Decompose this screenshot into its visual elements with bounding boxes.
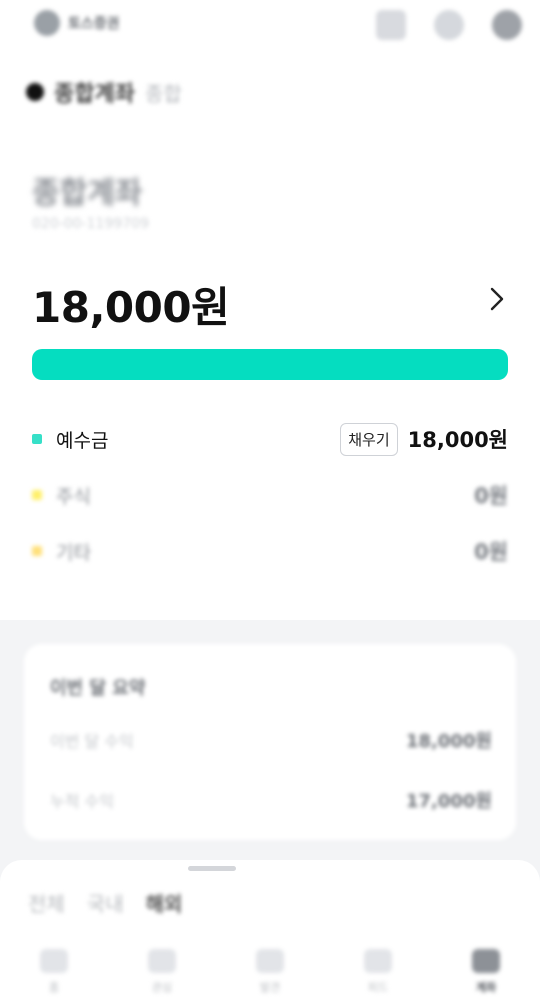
bottom-nav: 홈 관심 발견 피드 계좌 — [0, 936, 540, 1008]
heart-icon — [148, 949, 176, 973]
search-icon[interactable] — [376, 10, 406, 40]
chevron-right-icon[interactable] — [484, 284, 510, 314]
summary-row[interactable]: 이번 달 수익 18,000원 — [50, 726, 492, 754]
account-number: 020-00-1199709 — [32, 216, 149, 232]
bottom-sheet: 전체 국내 해외 홈 관심 발견 피드 계좌 — [0, 860, 540, 1008]
other-label: 기타 — [56, 541, 91, 564]
nav-label: 피드 — [367, 981, 389, 994]
sheet-tab-active[interactable]: 해외 — [146, 888, 183, 917]
total-balance: 18,000원 — [32, 283, 230, 332]
summary-title: 이번 달 요약 — [50, 678, 146, 699]
sheet-tab[interactable]: 국내 — [87, 888, 124, 917]
sheet-tab[interactable]: 전체 — [28, 888, 65, 917]
nav-item-discover[interactable]: 발견 — [240, 949, 300, 995]
nav-label: 홈 — [48, 981, 60, 994]
home-icon — [40, 949, 68, 973]
summary-row-label: 누적 수익 — [50, 792, 114, 811]
bell-icon[interactable] — [434, 10, 464, 40]
asset-row-stock: 주식 0원 — [32, 477, 508, 513]
logo-icon — [34, 10, 60, 36]
asset-ratio-bar — [32, 349, 508, 380]
asset-row-other: 기타 0원 — [32, 533, 508, 569]
asset-row-deposit: 예수금 채우기 18,000원 — [32, 421, 508, 457]
logo-text: 토스증권 — [68, 16, 120, 32]
account-selector-name: 종합계좌 — [54, 82, 135, 107]
feed-icon — [364, 949, 392, 973]
other-value: 0원 — [474, 540, 508, 564]
nav-item-account[interactable]: 계좌 — [456, 949, 516, 995]
compass-icon — [256, 949, 284, 973]
stock-label: 주식 — [56, 485, 91, 508]
deposit-dot — [32, 434, 42, 444]
deposit-label: 예수금 — [56, 429, 109, 452]
fill-button[interactable]: 채우기 — [340, 422, 398, 456]
account-bullet-icon — [26, 83, 44, 101]
summary-row-label: 이번 달 수익 — [50, 732, 134, 751]
sheet-tabs: 전체 국내 해외 — [28, 888, 182, 917]
nav-item-home[interactable]: 홈 — [24, 949, 84, 995]
summary-row[interactable]: 누적 수익 17,000원 — [50, 786, 492, 814]
nav-item-feed[interactable]: 피드 — [348, 949, 408, 995]
top-bar: 토스증권 — [0, 0, 540, 56]
summary-card[interactable]: 이번 달 요약 이번 달 수익 18,000원 누적 수익 17,000원 — [24, 644, 516, 840]
chart-icon — [472, 949, 500, 973]
nav-label: 계좌 — [475, 981, 497, 994]
summary-row-value: 18,000원 — [405, 731, 492, 752]
stock-value: 0원 — [474, 484, 508, 508]
account-selector-sub: 종합 — [144, 81, 182, 106]
app-logo: 토스증권 — [34, 10, 120, 36]
nav-item-watch[interactable]: 관심 — [132, 949, 192, 995]
account-selector[interactable]: 종합계좌 종합 — [26, 76, 182, 108]
nav-label: 관심 — [151, 981, 173, 994]
deposit-value: 18,000원 — [407, 428, 508, 452]
nav-label: 발견 — [259, 981, 281, 994]
summary-row-value: 17,000원 — [405, 791, 492, 812]
other-dot — [32, 546, 42, 556]
account-title: 종합계좌 — [32, 176, 143, 211]
top-actions — [376, 10, 522, 40]
profile-icon[interactable] — [492, 10, 522, 40]
sheet-handle[interactable] — [188, 866, 236, 871]
stock-dot — [32, 490, 42, 500]
